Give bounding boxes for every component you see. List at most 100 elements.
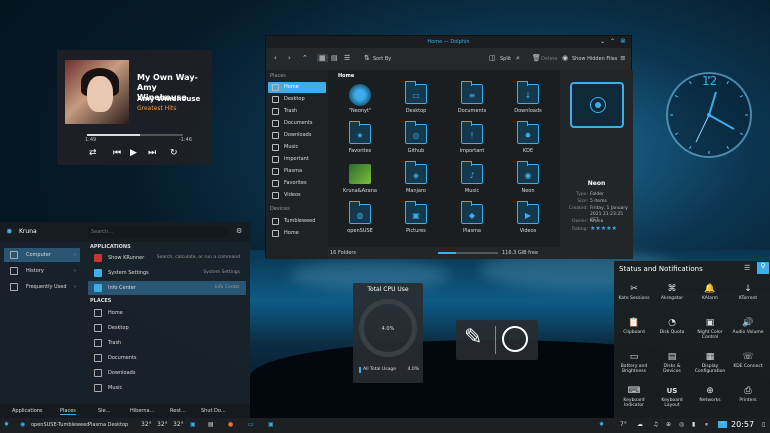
menu-place-home[interactable]: Home bbox=[88, 306, 246, 320]
category-frequently-used[interactable]: Frequently Used › bbox=[4, 280, 80, 294]
file-item[interactable]: ▭ Desktop bbox=[396, 81, 436, 120]
tray-item-battery-and-brightness[interactable]: ▭ Battery and Brightness bbox=[616, 350, 652, 384]
places-item-home[interactable]: Home bbox=[268, 82, 326, 93]
device-item-tumbleweed[interactable]: Tumbleweed bbox=[268, 216, 326, 227]
firefox-icon[interactable]: ● bbox=[228, 421, 233, 428]
previous-icon[interactable]: ⏮ bbox=[113, 148, 121, 158]
clock-time[interactable]: 20:57 bbox=[731, 420, 754, 429]
app-info-center[interactable]: Info Center Info Center bbox=[88, 281, 246, 295]
footer-sle[interactable]: Sle... bbox=[98, 408, 110, 414]
tray-item-kate-sessions[interactable]: ✂ Kate Sessions bbox=[616, 282, 652, 316]
eyedropper-icon[interactable]: ✎ bbox=[464, 326, 482, 350]
file-item[interactable]: ◍ openSUSE bbox=[340, 201, 380, 240]
launcher-search-input[interactable] bbox=[88, 226, 228, 238]
file-item[interactable]: ✸ KDE bbox=[508, 121, 548, 160]
volume-icon[interactable]: ◎ bbox=[679, 421, 684, 428]
close-icon[interactable]: ⊗ bbox=[620, 37, 626, 45]
color-swatch-icon[interactable] bbox=[502, 326, 528, 352]
notification-bell-icon[interactable]: ♫ bbox=[653, 421, 658, 428]
file-item[interactable]: ◈ Manjaro bbox=[396, 161, 436, 200]
file-item[interactable]: ◉ Neon bbox=[508, 161, 548, 200]
pause-icon[interactable]: ⏸ bbox=[705, 421, 708, 429]
tray-item-networks[interactable]: ⊕ Networks bbox=[692, 384, 728, 418]
app-system-settings[interactable]: System Settings System Settings bbox=[88, 266, 246, 280]
tray-item-disks-devices[interactable]: ▤ Disks & Devices bbox=[654, 350, 690, 384]
repeat-icon[interactable]: ↻ bbox=[170, 148, 178, 158]
breadcrumb[interactable]: Home bbox=[338, 73, 354, 79]
menu-place-documents[interactable]: Documents bbox=[88, 351, 246, 365]
details-view-icon[interactable]: ☰ bbox=[344, 54, 350, 62]
file-item[interactable]: ≡ Documents bbox=[452, 81, 492, 120]
places-item-downloads[interactable]: Downloads bbox=[268, 130, 326, 141]
launcher-icon[interactable]: ✸ bbox=[4, 421, 9, 428]
show-hidden-button[interactable]: Show Hidden Files bbox=[572, 56, 617, 62]
up-icon[interactable]: ⌃ bbox=[302, 54, 308, 62]
tray-configure-icon[interactable]: ☰ bbox=[744, 264, 750, 272]
places-item-important[interactable]: Important bbox=[268, 154, 326, 165]
split-button[interactable]: Split bbox=[500, 56, 511, 62]
file-item[interactable]: "Neonyt" bbox=[340, 82, 380, 120]
tray-item-disk-quota[interactable]: ◔ Disk Quota bbox=[654, 316, 690, 350]
next-icon[interactable]: ⏭ bbox=[148, 148, 156, 158]
tray-item-kde-connect[interactable]: ☏ KDE Connect bbox=[730, 350, 766, 384]
delete-button[interactable]: Delete bbox=[541, 56, 557, 62]
tray-item-keyboard-layout[interactable]: US Keyboard Layout bbox=[654, 384, 690, 418]
maximize-icon[interactable]: ⌃ bbox=[610, 38, 615, 45]
file-item[interactable]: ▣ Pictures bbox=[396, 201, 436, 240]
file-item[interactable]: ◎ Github bbox=[396, 121, 436, 160]
file-item[interactable]: ! Important bbox=[452, 121, 492, 160]
tray-item-kalarm[interactable]: 🔔 KAlarm bbox=[692, 282, 728, 316]
menu-place-music[interactable]: Music bbox=[88, 381, 246, 395]
show-desktop-icon[interactable]: ▯ bbox=[762, 421, 765, 428]
menu-place-trash[interactable]: Trash bbox=[88, 336, 246, 350]
window-icon-1[interactable]: ▣ bbox=[190, 421, 196, 428]
file-item[interactable]: ★ Favorites bbox=[340, 121, 380, 160]
app-show-krunner[interactable]: Show KRunner Search, calculate, or run a … bbox=[88, 251, 246, 265]
places-item-desktop[interactable]: Desktop bbox=[268, 94, 326, 105]
places-item-plasma[interactable]: Plasma bbox=[268, 166, 326, 177]
network-icon[interactable]: ⊕ bbox=[666, 421, 671, 428]
tray-item-night-color-control[interactable]: ▣ Night Color Control bbox=[692, 316, 728, 350]
shuffle-icon[interactable]: ⇄ bbox=[89, 148, 97, 158]
file-item[interactable]: Kruna&Azana bbox=[340, 162, 380, 200]
file-item[interactable]: ▶ Videos bbox=[508, 201, 548, 240]
minimize-icon[interactable]: ⌄ bbox=[600, 38, 605, 45]
file-item[interactable]: ↓ Downloads bbox=[508, 81, 548, 120]
terminal-icon[interactable]: ▣ bbox=[268, 421, 274, 428]
battery-icon[interactable]: ▮ bbox=[692, 421, 695, 428]
sort-button[interactable]: Sort By bbox=[373, 56, 391, 62]
compact-view-icon[interactable]: ▤ bbox=[331, 54, 338, 62]
task-plasma[interactable]: Plasma Desktop bbox=[88, 422, 128, 428]
footer-places[interactable]: Places bbox=[60, 408, 76, 415]
forward-icon[interactable]: › bbox=[288, 54, 291, 62]
places-item-documents[interactable]: Documents bbox=[268, 118, 326, 129]
zoom-slider[interactable] bbox=[438, 252, 498, 254]
menu-place-desktop[interactable]: Desktop bbox=[88, 321, 246, 335]
category-history[interactable]: History › bbox=[4, 264, 80, 278]
tray-item-printers[interactable]: ⎙ Printers bbox=[730, 384, 766, 418]
tray-kde-icon[interactable]: ✸ bbox=[599, 421, 604, 428]
hamburger-menu-icon[interactable]: ≡ bbox=[620, 54, 626, 62]
configure-icon[interactable]: ⚙ bbox=[236, 227, 242, 235]
tray-item-keyboard-indicator[interactable]: ⌨ Keyboard Indicator bbox=[616, 384, 652, 418]
tray-item-akregator[interactable]: ⌘ Akregator bbox=[654, 282, 690, 316]
user-avatar-icon[interactable]: ✸ bbox=[6, 227, 13, 236]
places-item-music[interactable]: Music bbox=[268, 142, 326, 153]
footer-applications[interactable]: Applications bbox=[12, 408, 43, 414]
window-icon-2[interactable]: ▤ bbox=[208, 421, 214, 428]
places-item-favorites[interactable]: Favorites bbox=[268, 178, 326, 189]
file-item[interactable]: ◆ Plasma bbox=[452, 201, 492, 240]
play-icon[interactable]: ▶ bbox=[130, 148, 137, 158]
back-icon[interactable]: ‹ bbox=[274, 54, 277, 62]
category-computer[interactable]: Computer › bbox=[4, 248, 80, 262]
seek-slider[interactable] bbox=[87, 134, 183, 136]
footer-rest[interactable]: Rest... bbox=[170, 408, 186, 414]
dolphin-icon[interactable]: ▭ bbox=[248, 421, 254, 428]
file-item[interactable]: ♪ Music bbox=[452, 161, 492, 200]
rating-stars[interactable]: ★★★★★ bbox=[590, 225, 617, 232]
places-item-videos[interactable]: Videos bbox=[268, 190, 326, 201]
tray-item-clipboard[interactable]: 📋 Clipboard bbox=[616, 316, 652, 350]
search-icon[interactable]: ⌕ bbox=[516, 54, 520, 63]
menu-place-downloads[interactable]: Downloads bbox=[88, 366, 246, 380]
expand-tray-icon[interactable]: ⌃ bbox=[718, 421, 728, 428]
